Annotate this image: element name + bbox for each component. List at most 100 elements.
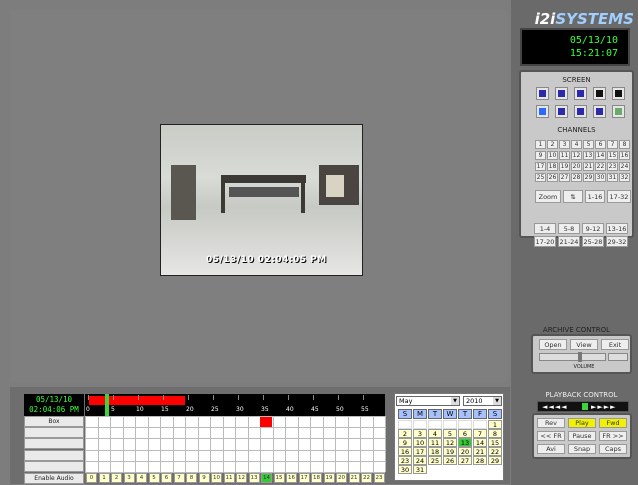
swap-channels-button[interactable]: ⇅ — [563, 190, 583, 203]
hour-11-cell[interactable]: 11 — [223, 473, 235, 483]
channel-23-button[interactable]: 23 — [607, 162, 618, 171]
channel-32-button[interactable]: 32 — [619, 173, 630, 182]
recording-grid[interactable] — [85, 416, 386, 473]
calendar-day-24[interactable]: 24 — [413, 456, 427, 465]
channel-8-button[interactable]: 8 — [619, 140, 630, 149]
hour-1-cell[interactable]: 1 — [98, 473, 110, 483]
hour-5-cell[interactable]: 5 — [148, 473, 160, 483]
calendar-day-16[interactable]: 16 — [398, 447, 412, 456]
calendar-day-15[interactable]: 15 — [488, 438, 502, 447]
zoom-button[interactable]: Zoom — [535, 190, 561, 203]
volume-mute-toggle[interactable] — [608, 353, 628, 361]
play-button[interactable]: Play — [568, 418, 596, 428]
calendar-day-12[interactable]: 12 — [443, 438, 457, 447]
group-29-32-button[interactable]: 29-32 — [606, 236, 628, 247]
hour-6-cell[interactable]: 6 — [161, 473, 172, 483]
hour-17-cell[interactable]: 17 — [298, 473, 310, 483]
channel-29-button[interactable]: 29 — [583, 173, 594, 182]
channel-15-button[interactable]: 15 — [607, 151, 618, 160]
calendar-day-29[interactable]: 29 — [488, 456, 502, 465]
hour-22-cell[interactable]: 22 — [361, 473, 372, 483]
channel-row-4[interactable] — [24, 449, 84, 461]
month-select[interactable]: May ▼ — [396, 396, 460, 406]
enable-audio-button[interactable]: Enable Audio — [24, 473, 84, 484]
hour-16-cell[interactable]: 16 — [286, 473, 297, 483]
channel-4-button[interactable]: 4 — [571, 140, 582, 149]
channel-21-button[interactable]: 21 — [583, 162, 594, 171]
channel-2-button[interactable]: 2 — [547, 140, 558, 149]
hour-15-cell[interactable]: 15 — [273, 473, 285, 483]
channel-31-button[interactable]: 31 — [607, 173, 618, 182]
calendar-day-19[interactable]: 19 — [443, 447, 457, 456]
calendar-day-1[interactable]: 1 — [488, 420, 502, 429]
calendar-day-26[interactable]: 26 — [443, 456, 457, 465]
hour-21-cell[interactable]: 21 — [348, 473, 360, 483]
volume-slider[interactable] — [539, 352, 606, 362]
pause-button[interactable]: Pause — [568, 431, 596, 441]
channel-5-button[interactable]: 5 — [583, 140, 594, 149]
frame-forward-button[interactable]: FR >> — [599, 431, 627, 441]
layout-full-button[interactable] — [612, 105, 625, 118]
calendar-day-18[interactable]: 18 — [428, 447, 442, 456]
hour-9-cell[interactable]: 9 — [198, 473, 210, 483]
channel-30-button[interactable]: 30 — [595, 173, 606, 182]
calendar-day-27[interactable]: 27 — [458, 456, 472, 465]
frame-back-button[interactable]: << FR — [537, 431, 565, 441]
group-9-12-button[interactable]: 9-12 — [582, 223, 604, 234]
calendar-day-3[interactable]: 3 — [413, 429, 427, 438]
channel-16-button[interactable]: 16 — [619, 151, 630, 160]
channel-9-button[interactable]: 9 — [535, 151, 546, 160]
ruler-playhead[interactable] — [105, 394, 109, 416]
calendar-day-28[interactable]: 28 — [473, 456, 487, 465]
channels-17-32-button[interactable]: 17-32 — [607, 190, 631, 203]
channel-27-button[interactable]: 27 — [559, 173, 570, 182]
layout-2x2-button[interactable] — [574, 87, 587, 100]
layout-4x4-button[interactable] — [536, 87, 549, 100]
channel-row-3[interactable] — [24, 438, 84, 450]
calendar-day-7[interactable]: 7 — [473, 429, 487, 438]
year-select[interactable]: 2010 ▼ — [463, 396, 502, 406]
channel-10-button[interactable]: 10 — [547, 151, 558, 160]
hour-23-cell[interactable]: 23 — [373, 473, 385, 483]
group-5-8-button[interactable]: 5-8 — [558, 223, 580, 234]
layout-1x1-button[interactable] — [593, 87, 606, 100]
calendar-day-2[interactable]: 2 — [398, 429, 412, 438]
hour-10-cell[interactable]: 10 — [211, 473, 222, 483]
hour-18-cell[interactable]: 18 — [311, 473, 322, 483]
channel-26-button[interactable]: 26 — [547, 173, 558, 182]
calendar-day-31[interactable]: 31 — [413, 465, 427, 474]
layout-pip-button[interactable] — [536, 105, 549, 118]
calendar-day-13[interactable]: 13 — [458, 438, 472, 447]
hour-19-cell[interactable]: 19 — [323, 473, 335, 483]
channel-row-5[interactable] — [24, 460, 84, 472]
calendar-day-10[interactable]: 10 — [413, 438, 427, 447]
channel-11-button[interactable]: 11 — [559, 151, 570, 160]
calendar-day-8[interactable]: 8 — [488, 429, 502, 438]
hour-14-cell[interactable]: 14 — [261, 473, 272, 483]
calendar-day-14[interactable]: 14 — [473, 438, 487, 447]
archive-exit-button[interactable]: Exit — [601, 339, 629, 350]
calendar-day-20[interactable]: 20 — [458, 447, 472, 456]
volume-slider-thumb[interactable] — [577, 352, 582, 362]
box-channel-row[interactable]: Box — [24, 416, 84, 427]
group-1-4-button[interactable]: 1-4 — [534, 223, 556, 234]
calendar-day-21[interactable]: 21 — [473, 447, 487, 456]
archive-view-button[interactable]: View — [570, 339, 598, 350]
channel-17-button[interactable]: 17 — [535, 162, 546, 171]
channel-22-button[interactable]: 22 — [595, 162, 606, 171]
shuttle-thumb[interactable] — [582, 403, 588, 410]
shuttle-slider[interactable]: ◄◄◄◄ ►►►► — [537, 401, 629, 412]
channel-12-button[interactable]: 12 — [571, 151, 582, 160]
hour-8-cell[interactable]: 8 — [186, 473, 197, 483]
calendar-day-5[interactable]: 5 — [443, 429, 457, 438]
calendar-day-11[interactable]: 11 — [428, 438, 442, 447]
hour-3-cell[interactable]: 3 — [123, 473, 135, 483]
channel-20-button[interactable]: 20 — [571, 162, 582, 171]
calendar-day-22[interactable]: 22 — [488, 447, 502, 456]
snapshot-button[interactable]: Snap — [568, 444, 596, 454]
channel-13-button[interactable]: 13 — [583, 151, 594, 160]
group-21-24-button[interactable]: 21-24 — [558, 236, 580, 247]
hour-7-cell[interactable]: 7 — [173, 473, 185, 483]
channel-14-button[interactable]: 14 — [595, 151, 606, 160]
archive-open-button[interactable]: Open — [539, 339, 567, 350]
